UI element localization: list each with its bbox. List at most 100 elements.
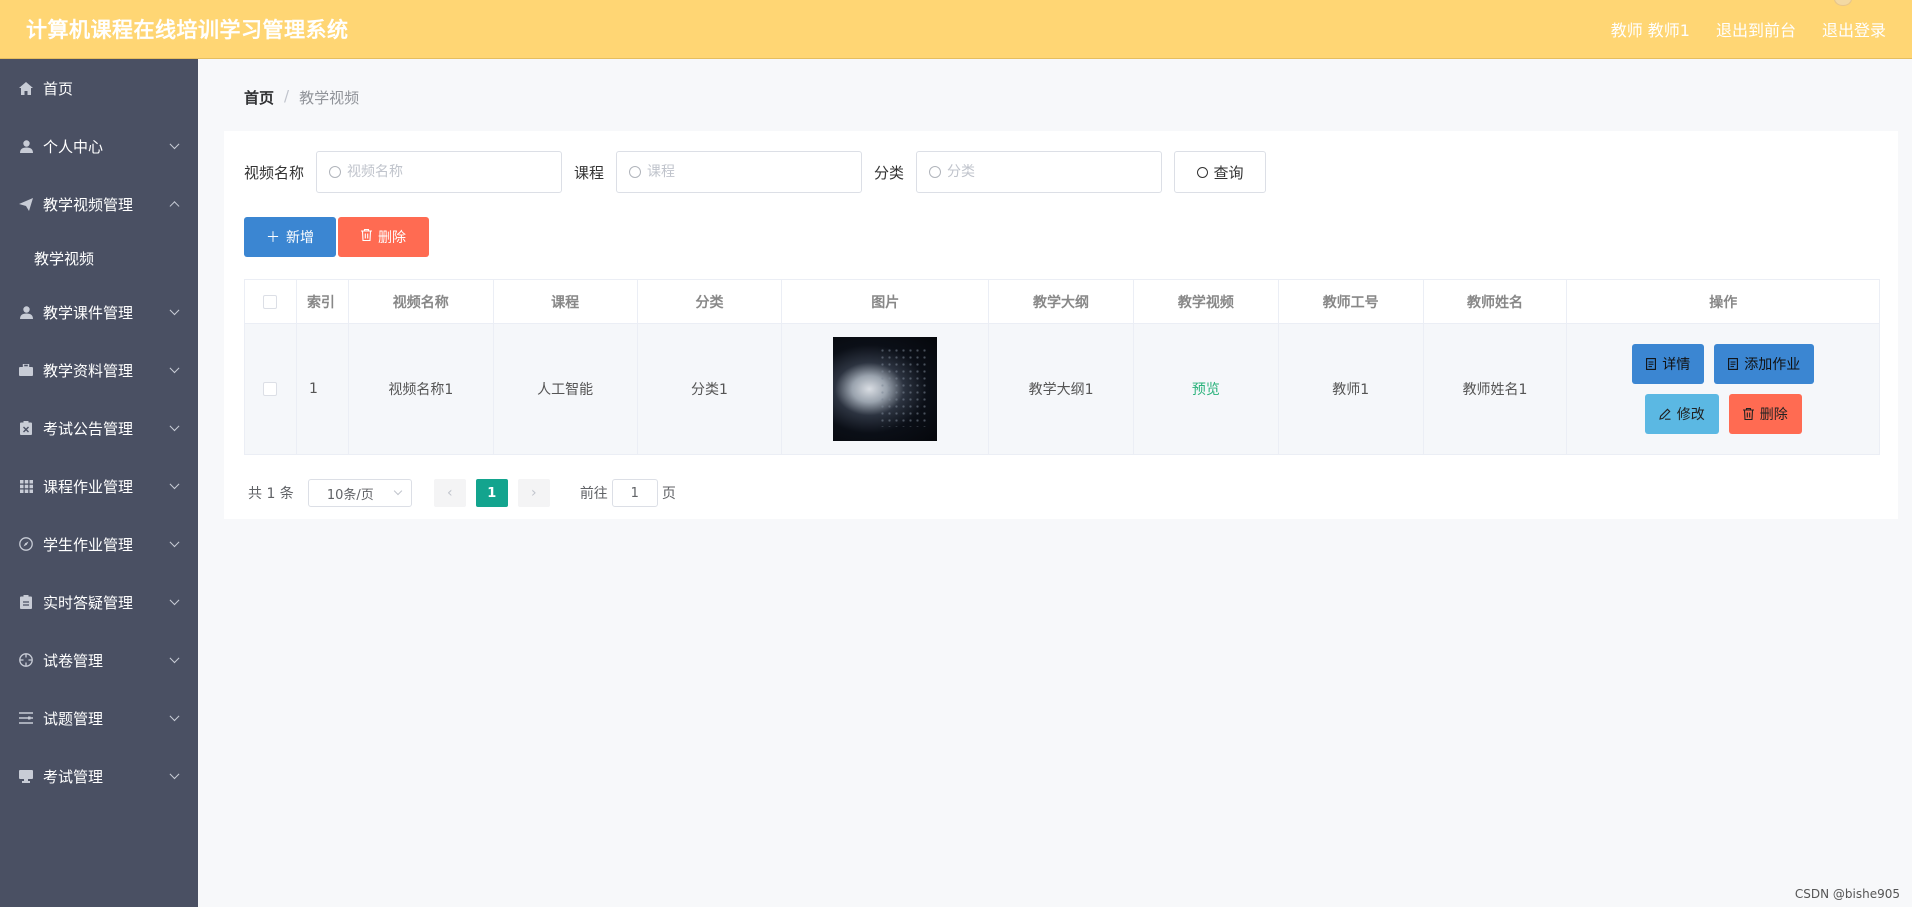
batch-delete-button[interactable]: 删除 <box>338 217 429 257</box>
breadcrumb-home[interactable]: 首页 <box>244 87 274 108</box>
row-select-cell[interactable] <box>245 324 297 454</box>
user-icon <box>18 138 34 154</box>
sidebar-item-paper-management[interactable]: 试卷管理 <box>0 631 198 689</box>
sidebar-item-label: 教学视频管理 <box>43 195 134 214</box>
chevron-up-icon <box>169 201 180 212</box>
chevron-down-icon <box>169 769 180 780</box>
breadcrumb-current: 教学视频 <box>299 89 360 107</box>
header-course: 课程 <box>494 280 638 323</box>
sidebar-item-material-management[interactable]: 教学资料管理 <box>0 341 198 399</box>
row-actions-line-1: 详情 添加作业 <box>1632 344 1815 384</box>
add-homework-button[interactable]: 添加作业 <box>1714 344 1815 384</box>
exit-to-front-link[interactable]: 退出到前台 <box>1716 17 1796 41</box>
trash-icon <box>361 229 372 245</box>
pagination: 共 1 条 10条/页 ‹ 1 › 前往 页 <box>248 479 676 507</box>
table-header: 索引 视频名称 课程 分类 图片 教学大纲 教学视频 教师工号 教师姓名 操作 <box>245 280 1879 324</box>
search-bar: 视频名称 课程 分类 查询 <box>244 151 1267 193</box>
cell-video-name: 视频名称1 <box>349 324 494 454</box>
next-page-button[interactable]: › <box>517 479 550 507</box>
content-card: 视频名称 课程 分类 查询 ＋ 新增 <box>224 131 1898 519</box>
course-label: 课程 <box>574 163 605 182</box>
edit-button[interactable]: 修改 <box>1644 394 1719 434</box>
header-teaching-video: 教学视频 <box>1134 280 1279 323</box>
home-icon <box>18 80 34 96</box>
select-all-checkbox[interactable] <box>263 294 278 309</box>
clipboard-icon <box>18 594 34 610</box>
chevron-down-icon <box>169 421 180 432</box>
video-thumbnail[interactable] <box>833 337 938 441</box>
category-input[interactable] <box>947 164 1138 180</box>
list-icon <box>18 710 34 726</box>
sidebar-subitem-teaching-video[interactable]: 教学视频 <box>0 233 198 283</box>
course-input[interactable] <box>647 164 838 180</box>
video-name-field[interactable] <box>316 151 563 193</box>
plus-icon: ＋ <box>266 230 280 246</box>
detail-button[interactable]: 详情 <box>1632 344 1705 384</box>
header-video-name: 视频名称 <box>349 280 494 323</box>
clipboard-x-icon <box>18 420 34 436</box>
page-size-value: 10条/页 <box>326 487 374 503</box>
logout-link[interactable]: 退出登录 <box>1822 17 1886 41</box>
user-icon <box>18 304 34 320</box>
page-number-active[interactable]: 1 <box>475 479 508 507</box>
cell-course: 人工智能 <box>494 324 638 454</box>
category-field[interactable] <box>916 151 1163 193</box>
header-select-all[interactable] <box>245 280 297 323</box>
sidebar-item-label: 个人中心 <box>43 137 104 156</box>
detail-button-label: 详情 <box>1662 357 1691 373</box>
sidebar-item-exam-notice-management[interactable]: 考试公告管理 <box>0 399 198 457</box>
page-size-select[interactable]: 10条/页 <box>307 479 412 507</box>
sidebar-item-exam-management[interactable]: 考试管理 <box>0 747 198 805</box>
sidebar-item-qa-management[interactable]: 实时答疑管理 <box>0 573 198 631</box>
sidebar-item-home[interactable]: 首页 <box>0 59 198 117</box>
sidebar-item-video-management[interactable]: 教学视频管理 <box>0 175 198 233</box>
trash-icon <box>1742 408 1754 420</box>
chevron-down-icon <box>169 305 180 316</box>
header-image: 图片 <box>782 280 990 323</box>
video-name-input[interactable] <box>347 164 538 180</box>
video-table: 索引 视频名称 课程 分类 图片 教学大纲 教学视频 教师工号 教师姓名 操作 … <box>244 279 1880 455</box>
sidebar-item-courseware-management[interactable]: 教学课件管理 <box>0 283 198 341</box>
category-label: 分类 <box>874 163 905 182</box>
prev-page-button[interactable]: ‹ <box>433 479 466 507</box>
breadcrumb: 首页 / 教学视频 <box>244 87 359 108</box>
sidebar-item-personal-center[interactable]: 个人中心 <box>0 117 198 175</box>
sidebar-item-label: 学生作业管理 <box>43 535 134 554</box>
query-button[interactable]: 查询 <box>1174 151 1267 193</box>
sidebar-item-label: 首页 <box>43 79 74 98</box>
cell-teaching-video: 预览 <box>1134 324 1279 454</box>
chevron-down-icon <box>169 537 180 548</box>
video-preview-link[interactable]: 预览 <box>1192 379 1220 399</box>
header-teacher-name: 教师姓名 <box>1424 280 1568 323</box>
add-button-label: 新增 <box>286 230 314 246</box>
sidebar-item-label: 教学资料管理 <box>43 361 134 380</box>
cell-teacher-name: 教师姓名1 <box>1424 324 1568 454</box>
watermark-text: CSDN @bishe905 <box>1794 887 1900 901</box>
sidebar-item-question-management[interactable]: 试题管理 <box>0 689 198 747</box>
sidebar-item-label: 考试管理 <box>43 767 104 786</box>
top-header: 计算机课程在线培训学习管理系统 教师 教师1 退出到前台 退出登录 <box>0 0 1912 59</box>
header-teacher-id: 教师工号 <box>1279 280 1424 323</box>
briefcase-icon <box>18 362 34 378</box>
sidebar-item-label: 试题管理 <box>43 709 104 728</box>
goto-page-input[interactable] <box>611 479 658 507</box>
delete-button[interactable]: 删除 <box>1728 394 1802 434</box>
sidebar-item-student-homework-management[interactable]: 学生作业管理 <box>0 515 198 573</box>
document-icon <box>1728 358 1739 370</box>
sidebar-item-homework-management[interactable]: 课程作业管理 <box>0 457 198 515</box>
search-icon <box>329 166 342 178</box>
current-user-label[interactable]: 教师 教师1 <box>1611 17 1690 41</box>
paper-plane-icon <box>18 196 34 212</box>
chevron-down-icon <box>169 653 180 664</box>
chevron-down-icon <box>169 711 180 722</box>
row-checkbox[interactable] <box>263 382 278 396</box>
add-button[interactable]: ＋ 新增 <box>244 217 336 257</box>
sidebar-item-label: 考试公告管理 <box>43 419 134 438</box>
page-suffix-label: 页 <box>661 486 676 502</box>
chevron-down-icon <box>169 139 180 150</box>
header-operations: 操作 <box>1709 294 1738 311</box>
main-content: 首页 / 教学视频 视频名称 课程 分类 查询 <box>198 59 1912 907</box>
header-corner-decoration <box>1834 0 1852 6</box>
course-field[interactable] <box>616 151 863 193</box>
header-category: 分类 <box>638 280 783 323</box>
